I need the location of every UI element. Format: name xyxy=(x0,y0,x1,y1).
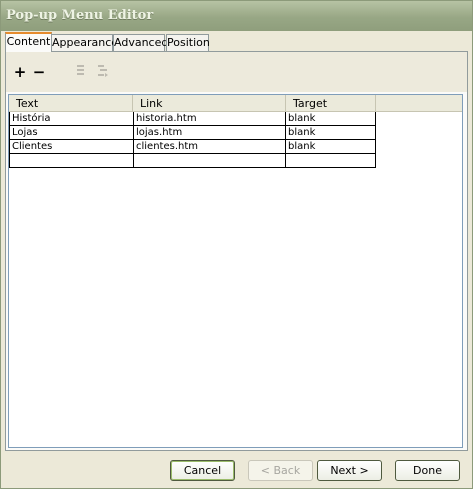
grid-header: Text Link Target xyxy=(9,95,462,112)
cancel-button[interactable]: Cancel xyxy=(170,460,235,481)
cell-target[interactable]: blank xyxy=(286,126,376,140)
cell-text[interactable]: Clientes xyxy=(9,140,134,154)
cell-link[interactable]: clientes.htm xyxy=(134,140,286,154)
next-button[interactable]: Next > xyxy=(317,460,382,481)
cell-link[interactable]: historia.htm xyxy=(134,112,286,126)
cell-text[interactable]: História xyxy=(9,112,134,126)
cell-target[interactable] xyxy=(286,154,376,168)
column-header-filler xyxy=(376,95,462,112)
tab-content[interactable]: Content xyxy=(5,32,52,52)
tab-position[interactable]: Position xyxy=(166,34,210,51)
column-header-target[interactable]: Target xyxy=(286,95,376,112)
column-header-text[interactable]: Text xyxy=(9,95,133,112)
column-header-link[interactable]: Link xyxy=(133,95,286,112)
cell-text[interactable]: Lojas xyxy=(9,126,134,140)
indent-icon[interactable] xyxy=(73,64,89,80)
window-title: Pop-up Menu Editor xyxy=(1,1,472,31)
cell-target[interactable]: blank xyxy=(286,140,376,154)
minus-icon[interactable]: − xyxy=(31,64,47,80)
tab-appearance[interactable]: Appearance xyxy=(51,34,118,51)
cell-link[interactable] xyxy=(134,154,286,168)
tab-advanced[interactable]: Advanced xyxy=(113,34,168,51)
done-button[interactable]: Done xyxy=(395,460,460,481)
plus-icon[interactable]: + xyxy=(12,64,28,80)
cell-target[interactable]: blank xyxy=(286,112,376,126)
menu-items-grid[interactable]: Text Link Target História historia.htm b… xyxy=(8,94,463,448)
outdent-icon[interactable] xyxy=(95,64,111,80)
dialog-footer: Cancel < Back Next > Done xyxy=(1,451,472,488)
cell-text[interactable] xyxy=(9,154,134,168)
item-toolbar: + − xyxy=(6,52,467,92)
popup-menu-editor-window: Pop-up Menu Editor Content Appearance Ad… xyxy=(0,0,473,489)
cell-link[interactable]: lojas.htm xyxy=(134,126,286,140)
content-panel: + − Text Link Target História historia.h… xyxy=(5,51,468,451)
back-button[interactable]: < Back xyxy=(248,460,313,481)
